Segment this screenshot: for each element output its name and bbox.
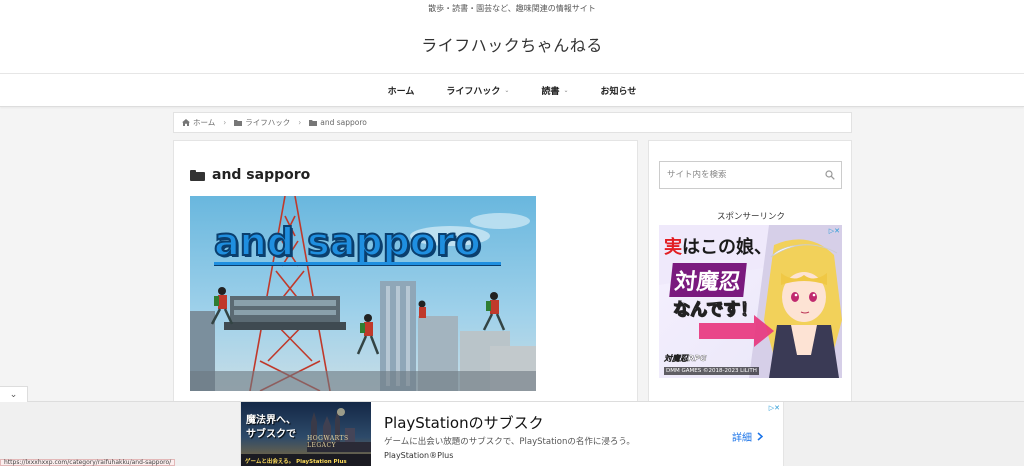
breadcrumb-label: ホーム <box>193 118 216 127</box>
ad-headline-3: なんです！ <box>672 300 758 321</box>
ad-headline-2: 対魔忍 <box>669 263 747 297</box>
sidebar: スポンサーリンク ▷✕ 実はこの娘、 対魔 <box>648 140 852 410</box>
search-box <box>659 161 842 189</box>
ad-footer: DMM GAMES ©2018-2023 LiLiTH <box>664 367 759 375</box>
nav-item-label: 読書 <box>541 86 560 97</box>
eyecatch-title: and sapporo <box>213 219 482 265</box>
nav-item-label: ホーム <box>387 86 415 97</box>
ad-cta-label: 詳細 <box>732 433 752 444</box>
global-nav: ホーム ライフハック ⌄ 読書 ⌄ お知らせ <box>0 74 1024 107</box>
search-icon[interactable] <box>825 170 835 180</box>
ad-thumb-line: 魔法界へ、 <box>246 415 296 426</box>
ad-brand: PlayStation®Plus <box>384 451 454 460</box>
collapse-ad-button[interactable]: ⌄ <box>0 386 28 402</box>
nav-item-lifehack[interactable]: ライフハック ⌄ <box>433 84 522 97</box>
ad-thumb-line: サブスクで <box>246 428 296 440</box>
breadcrumb-separator: › <box>223 118 227 127</box>
breadcrumb-separator: › <box>298 118 302 127</box>
status-bar-url: https://lxxxhxxp.com/category/raifuhakku… <box>0 459 176 466</box>
nav-item-label: お知らせ <box>600 86 637 97</box>
breadcrumb-item-home[interactable]: ホーム <box>182 117 215 128</box>
ad-headline-rest: はこの娘、 <box>682 237 772 258</box>
nav-item-reading[interactable]: 読書 ⌄ <box>528 84 581 97</box>
sidebar-ad[interactable]: ▷✕ 実はこの娘、 対魔忍 なんです！ 対魔忍RPG DMM GAMES ©20… <box>659 225 842 378</box>
breadcrumb: ホーム › ライフハック › and sapporo <box>173 112 852 133</box>
adchoices-icon[interactable]: ▷✕ <box>829 227 840 235</box>
page-title-text: and sapporo <box>212 167 311 183</box>
nav-item-label: ライフハック <box>446 86 501 97</box>
breadcrumb-label: ライフハック <box>245 118 291 127</box>
anchor-ad[interactable]: 魔法界へ、サブスクで HOGWARTS LEGACY ゲームと出会える。 Pla… <box>240 402 784 466</box>
ad-description: ゲームに出会い放題のサブスクで、PlayStationの名作に浸ろう。 <box>384 437 635 447</box>
ad-highlight-char: 実 <box>664 237 682 258</box>
nav-item-home[interactable]: ホーム <box>375 84 428 97</box>
main-content: and sapporo and sapporo <box>173 140 638 410</box>
chevron-down-icon: ⌄ <box>563 86 569 94</box>
breadcrumb-item-lifehack[interactable]: ライフハック <box>234 117 290 128</box>
folder-icon <box>234 119 243 126</box>
nav-item-news[interactable]: お知らせ <box>588 84 650 97</box>
ad-game-logo: 対魔忍RPG <box>664 354 707 363</box>
folder-icon <box>309 119 318 126</box>
site-header: 散歩・読書・園芸など、趣味関連の情報サイト ライフハックちゃんねる <box>0 0 1024 74</box>
ad-headline-1: 実はこの娘、 <box>664 233 772 259</box>
chevron-down-icon: ⌄ <box>9 389 18 400</box>
chevron-right-icon <box>757 432 763 441</box>
ad-thumb-logo: HOGWARTS LEGACY <box>307 435 349 449</box>
ad-cta-button[interactable]: 詳細 <box>732 429 763 444</box>
eyecatch-underline <box>214 262 501 266</box>
breadcrumb-item-current: and sapporo <box>309 118 367 127</box>
chevron-down-icon: ⌄ <box>504 86 510 94</box>
site-tagline: 散歩・読書・園芸など、趣味関連の情報サイト <box>428 4 596 13</box>
ad-thumb-text: 魔法界へ、サブスクで <box>246 414 296 441</box>
page-title: and sapporo <box>190 167 310 183</box>
adchoices-icon[interactable]: ▷✕ <box>769 404 780 412</box>
home-icon <box>182 119 190 126</box>
eyecatch-image: and sapporo <box>190 196 536 391</box>
site-title[interactable]: ライフハックちゃんねる <box>0 32 1024 56</box>
folder-open-icon <box>190 169 205 181</box>
sponsor-label: スポンサーリンク <box>716 212 785 222</box>
search-input[interactable] <box>667 170 817 180</box>
ad-thumbnail: 魔法界へ、サブスクで HOGWARTS LEGACY ゲームと出会える。 Pla… <box>241 402 371 466</box>
ad-title[interactable]: PlayStationのサブスク <box>384 412 544 433</box>
breadcrumb-label: and sapporo <box>320 118 367 127</box>
ad-thumb-footer: ゲームと出会える。 PlayStation Plus <box>245 459 347 465</box>
